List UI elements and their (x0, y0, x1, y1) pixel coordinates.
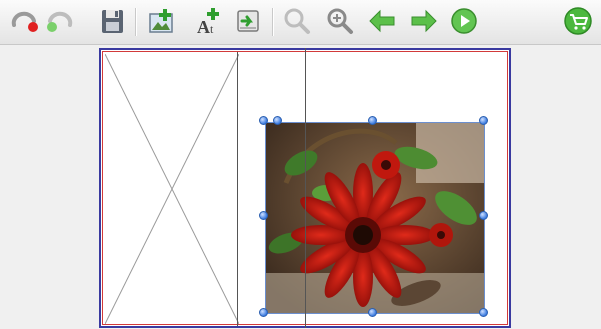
undo-button[interactable] (8, 5, 40, 37)
toolbar-separator (135, 8, 136, 36)
add-image-icon (149, 9, 173, 33)
next-page-button[interactable] (408, 5, 440, 37)
save-button[interactable] (96, 5, 128, 37)
play-preview-button[interactable] (448, 5, 480, 37)
insert-page-button[interactable] (232, 5, 264, 37)
arrow-left-icon (369, 9, 395, 33)
svg-text:A: A (197, 17, 210, 37)
page-guide-line (237, 52, 238, 326)
rotate-handle[interactable] (273, 116, 282, 125)
redo-button[interactable] (44, 5, 76, 37)
zoom-in-button[interactable] (324, 5, 356, 37)
toolbar-separator (272, 8, 273, 36)
resize-handle-bottom-left[interactable] (259, 308, 268, 317)
toolbar: A t (0, 0, 601, 45)
resize-handle-bottom[interactable] (368, 308, 377, 317)
add-text-button[interactable]: A t (193, 5, 225, 37)
previous-page-button[interactable] (366, 5, 398, 37)
play-icon (451, 8, 477, 34)
zoom-out-button[interactable] (281, 5, 313, 37)
add-image-button[interactable] (145, 5, 177, 37)
empty-image-placeholder[interactable] (105, 54, 239, 324)
insert-page-icon (237, 10, 259, 32)
canvas-workspace (0, 45, 601, 329)
add-text-icon: A t (197, 8, 219, 37)
zoom-in-icon (327, 8, 353, 34)
svg-text:t: t (210, 22, 214, 36)
redo-arrow-icon (47, 11, 73, 32)
resize-handle-top[interactable] (368, 116, 377, 125)
cart-button[interactable] (562, 5, 594, 37)
resize-handle-right[interactable] (479, 211, 488, 220)
resize-handle-left[interactable] (259, 211, 268, 220)
zoom-out-icon (284, 8, 310, 34)
arrow-right-icon (411, 9, 437, 33)
flower-photo (266, 123, 484, 313)
floppy-disk-icon (102, 10, 123, 33)
shopping-cart-icon (564, 7, 592, 35)
undo-arrow-icon (11, 11, 38, 32)
selected-photo[interactable] (265, 122, 485, 314)
resize-handle-top-left[interactable] (259, 116, 268, 125)
page-center-guide (305, 48, 306, 328)
resize-handle-top-right[interactable] (479, 116, 488, 125)
resize-handle-bottom-right[interactable] (479, 308, 488, 317)
